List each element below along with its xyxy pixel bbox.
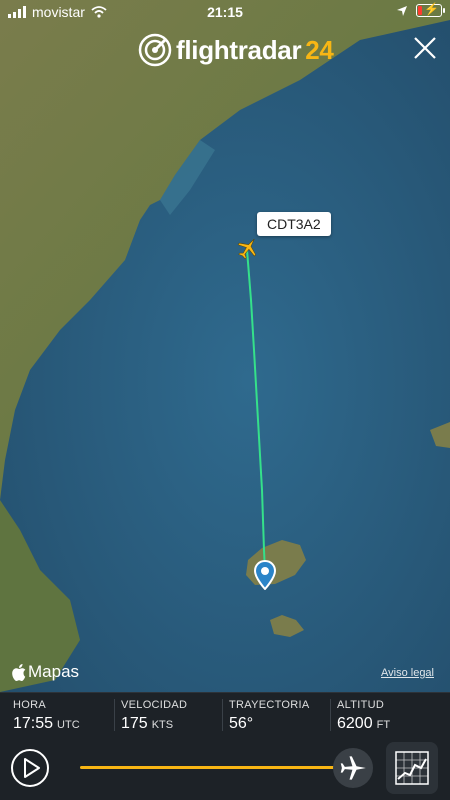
- stat-speed-unit: KTS: [151, 719, 174, 731]
- divider: [330, 699, 331, 731]
- divider: [114, 699, 115, 731]
- status-right: ⚡: [396, 2, 445, 17]
- location-pin-icon[interactable]: [254, 560, 276, 590]
- stat-altitude-value: 6200: [337, 715, 373, 732]
- playback-track[interactable]: [80, 766, 348, 769]
- chart-button[interactable]: [386, 742, 438, 794]
- flight-info-bar: HORA 17:55 UTC VELOCIDAD 175 KTS TRAYECTOR…: [0, 692, 450, 739]
- location-arrow-icon: [397, 5, 407, 16]
- brand-name: flightradar: [176, 34, 302, 65]
- stat-speed-value: 175: [121, 715, 148, 732]
- stat-heading-value: 56°: [229, 715, 254, 732]
- chart-icon: [395, 751, 429, 785]
- play-icon[interactable]: [10, 748, 50, 788]
- stat-speed: VELOCIDAD 175 KTS: [121, 699, 187, 733]
- playback-controls: [0, 738, 450, 800]
- brand-number: 24: [305, 34, 334, 65]
- status-bar: movistar 21:15 ⚡: [0, 0, 450, 26]
- status-time: 21:15: [207, 4, 243, 20]
- apple-maps-logo: Mapas: [12, 662, 79, 682]
- playback-handle[interactable]: [333, 748, 373, 788]
- stat-time: HORA 17:55 UTC: [13, 699, 80, 733]
- maps-logo-text: Mapas: [28, 662, 80, 681]
- close-icon[interactable]: [412, 35, 438, 61]
- stat-time-unit: UTC: [57, 719, 80, 731]
- apple-icon: [12, 663, 26, 681]
- stat-time-value: 17:55: [13, 715, 54, 732]
- stat-speed-label: VELOCIDAD: [121, 699, 188, 711]
- map-terrain: [0, 0, 450, 692]
- map-view[interactable]: [0, 0, 450, 692]
- stat-heading: TRAYECTORIA 56°: [229, 699, 310, 733]
- flight-callsign-label[interactable]: CDT3A2: [257, 212, 331, 236]
- flightradar-logo: flightradar 24: [138, 33, 334, 67]
- stat-altitude-label: ALTITUD: [337, 699, 385, 711]
- plane-handle-icon: [340, 756, 366, 780]
- plane-icon[interactable]: [236, 236, 260, 260]
- legal-link[interactable]: Aviso legal: [381, 667, 434, 679]
- radar-logo-icon: [138, 33, 172, 67]
- stat-altitude: ALTITUD 6200 FT: [337, 699, 390, 733]
- stat-altitude-unit: FT: [376, 719, 391, 731]
- stat-heading-label: TRAYECTORIA: [229, 699, 310, 711]
- stat-time-label: HORA: [13, 699, 46, 711]
- battery-icon: ⚡: [416, 2, 445, 17]
- divider: [222, 699, 223, 731]
